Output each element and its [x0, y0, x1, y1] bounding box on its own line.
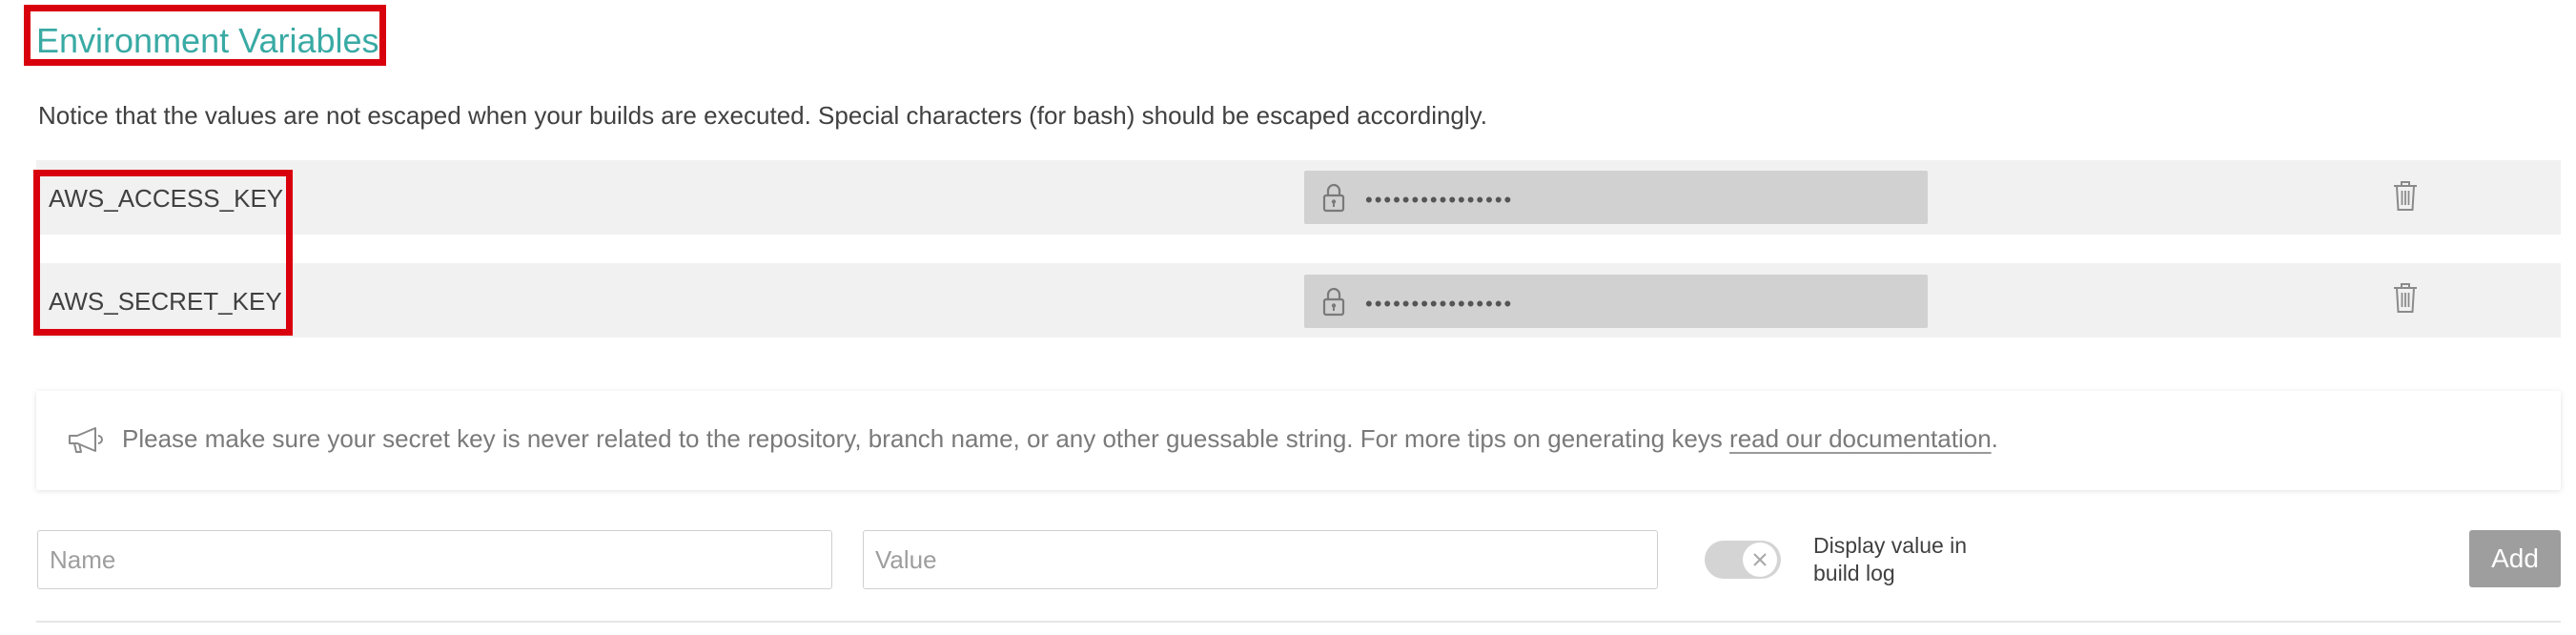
- page-title: Environment Variables: [36, 21, 379, 60]
- lock-icon: [1322, 183, 1345, 213]
- add-button[interactable]: Add: [2469, 530, 2561, 587]
- megaphone-icon: [69, 427, 103, 453]
- value-input[interactable]: [863, 530, 1658, 589]
- trash-icon[interactable]: [2391, 178, 2420, 213]
- tip-suffix: .: [1991, 424, 1998, 453]
- masked-value: ••••••••••••••••: [1365, 292, 1514, 316]
- documentation-link[interactable]: read our documentation: [1729, 424, 1992, 453]
- env-var-row: [36, 263, 2561, 338]
- masked-value: ••••••••••••••••: [1365, 188, 1514, 212]
- env-var-row: [36, 160, 2561, 235]
- tip-body: Please make sure your secret key is neve…: [122, 424, 1730, 453]
- display-value-label: Display value in build log: [1813, 533, 1968, 585]
- lock-icon: [1322, 287, 1345, 317]
- close-icon: [1753, 553, 1767, 566]
- divider: [36, 621, 2561, 623]
- trash-icon[interactable]: [2391, 280, 2420, 315]
- names-highlight-box: [33, 170, 293, 336]
- security-tip-text: Please make sure your secret key is neve…: [122, 422, 1998, 455]
- name-input[interactable]: [37, 530, 832, 589]
- escape-notice: Notice that the values are not escaped w…: [38, 101, 1487, 130]
